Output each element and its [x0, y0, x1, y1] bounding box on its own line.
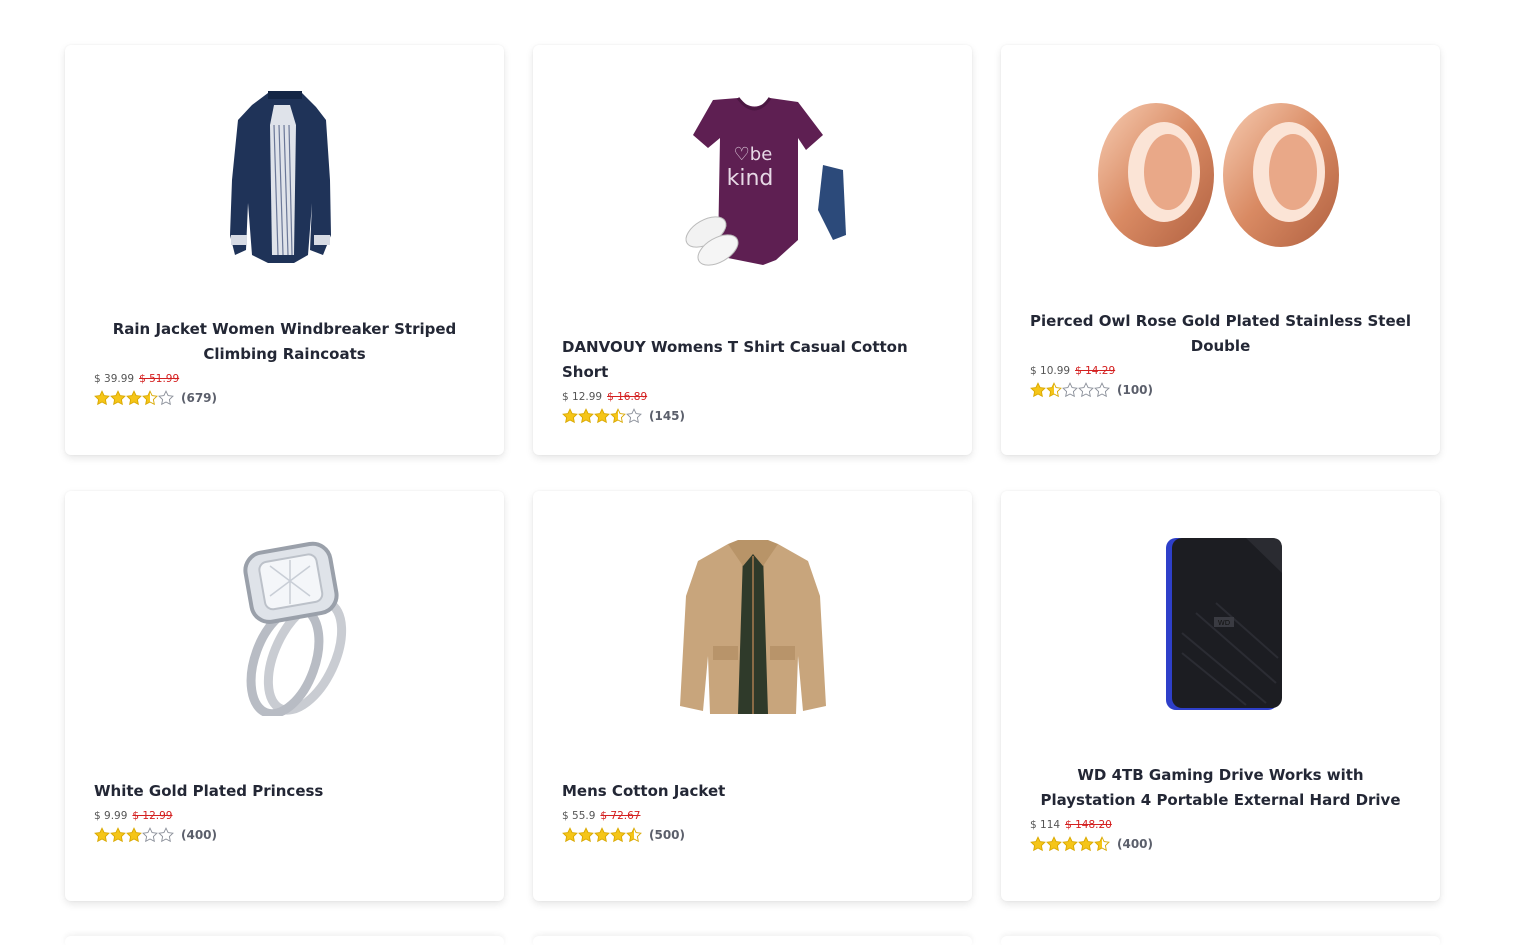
- product-card[interactable]: WD WD 4TB Gaming Drive Works with Playst…: [1001, 491, 1440, 901]
- product-card-partial[interactable]: [1001, 936, 1440, 945]
- star-icon: [626, 827, 642, 843]
- star-icon: [1046, 382, 1062, 398]
- old-price: $ 12.99: [132, 810, 173, 822]
- product-title[interactable]: White Gold Plated Princess: [94, 779, 475, 804]
- product-grid: Rain Jacket Women Windbreaker Striped Cl…: [0, 0, 1514, 945]
- star-icon: [126, 390, 142, 406]
- price: $ 9.99: [94, 810, 128, 822]
- product-card[interactable]: Rain Jacket Women Windbreaker Striped Cl…: [65, 45, 504, 455]
- star-rating: [1030, 836, 1110, 852]
- old-price: $ 72.67: [600, 810, 641, 822]
- star-icon: [610, 408, 626, 424]
- star-icon: [126, 827, 142, 843]
- review-count: (100): [1117, 383, 1154, 397]
- star-icon: [110, 390, 126, 406]
- old-price: $ 148.20: [1065, 819, 1112, 831]
- product-title[interactable]: DANVOUY Womens T Shirt Casual Cotton Sho…: [562, 335, 943, 385]
- star-icon: [1030, 382, 1046, 398]
- star-icon: [1078, 382, 1094, 398]
- svg-text:♡be: ♡be: [733, 144, 772, 165]
- star-icon: [110, 827, 126, 843]
- star-icon: [1062, 836, 1078, 852]
- star-icon: [578, 827, 594, 843]
- star-icon: [562, 408, 578, 424]
- star-icon: [1030, 836, 1046, 852]
- svg-text:kind: kind: [726, 166, 773, 191]
- star-rating: [94, 390, 174, 406]
- star-icon: [594, 827, 610, 843]
- tshirt-image[interactable]: ♡be kind: [658, 90, 848, 270]
- star-icon: [626, 408, 642, 424]
- star-rating: [94, 827, 174, 843]
- review-count: (400): [181, 828, 218, 842]
- product-title[interactable]: Pierced Owl Rose Gold Plated Stainless S…: [1030, 309, 1411, 359]
- star-icon: [1062, 382, 1078, 398]
- review-count: (145): [649, 409, 686, 423]
- star-rating: [1030, 382, 1110, 398]
- star-icon: [594, 408, 610, 424]
- star-icon: [1046, 836, 1062, 852]
- review-count: (500): [649, 828, 686, 842]
- product-card[interactable]: White Gold Plated Princess $ 9.99 $ 12.99…: [65, 491, 504, 901]
- star-icon: [142, 390, 158, 406]
- product-title[interactable]: Rain Jacket Women Windbreaker Striped Cl…: [94, 317, 475, 367]
- rain-jacket-image[interactable]: [190, 85, 380, 265]
- price: $ 10.99: [1030, 365, 1071, 377]
- old-price: $ 16.89: [607, 391, 648, 403]
- rose-gold-plugs-image[interactable]: [1086, 80, 1356, 260]
- star-icon: [142, 827, 158, 843]
- star-icon: [578, 408, 594, 424]
- review-count: (679): [181, 391, 218, 405]
- star-rating: [562, 827, 642, 843]
- star-icon: [94, 827, 110, 843]
- product-title[interactable]: WD 4TB Gaming Drive Works with Playstati…: [1030, 763, 1411, 813]
- product-title[interactable]: Mens Cotton Jacket: [562, 779, 943, 804]
- price: $ 114: [1030, 819, 1061, 831]
- star-icon: [1094, 836, 1110, 852]
- product-card[interactable]: Mens Cotton Jacket $ 55.9 $ 72.67 (500): [533, 491, 972, 901]
- price: $ 55.9: [562, 810, 596, 822]
- hard-drive-image[interactable]: WD: [1126, 533, 1316, 713]
- old-price: $ 51.99: [139, 373, 180, 385]
- star-icon: [94, 390, 110, 406]
- star-icon: [562, 827, 578, 843]
- product-card[interactable]: ♡be kind DANVOUY Womens T Shirt Casual C…: [533, 45, 972, 455]
- star-rating: [562, 408, 642, 424]
- product-card-partial[interactable]: [65, 936, 504, 945]
- review-count: (400): [1117, 837, 1154, 851]
- svg-text:WD: WD: [1217, 619, 1229, 627]
- diamond-ring-image[interactable]: [190, 536, 380, 716]
- product-card[interactable]: Pierced Owl Rose Gold Plated Stainless S…: [1001, 45, 1440, 455]
- star-icon: [1094, 382, 1110, 398]
- star-icon: [158, 827, 174, 843]
- price: $ 12.99: [562, 391, 603, 403]
- product-card-partial[interactable]: [533, 936, 972, 945]
- cotton-jacket-image[interactable]: [658, 536, 848, 716]
- old-price: $ 14.29: [1075, 365, 1116, 377]
- price: $ 39.99: [94, 373, 135, 385]
- star-icon: [1078, 836, 1094, 852]
- star-icon: [158, 390, 174, 406]
- star-icon: [610, 827, 626, 843]
